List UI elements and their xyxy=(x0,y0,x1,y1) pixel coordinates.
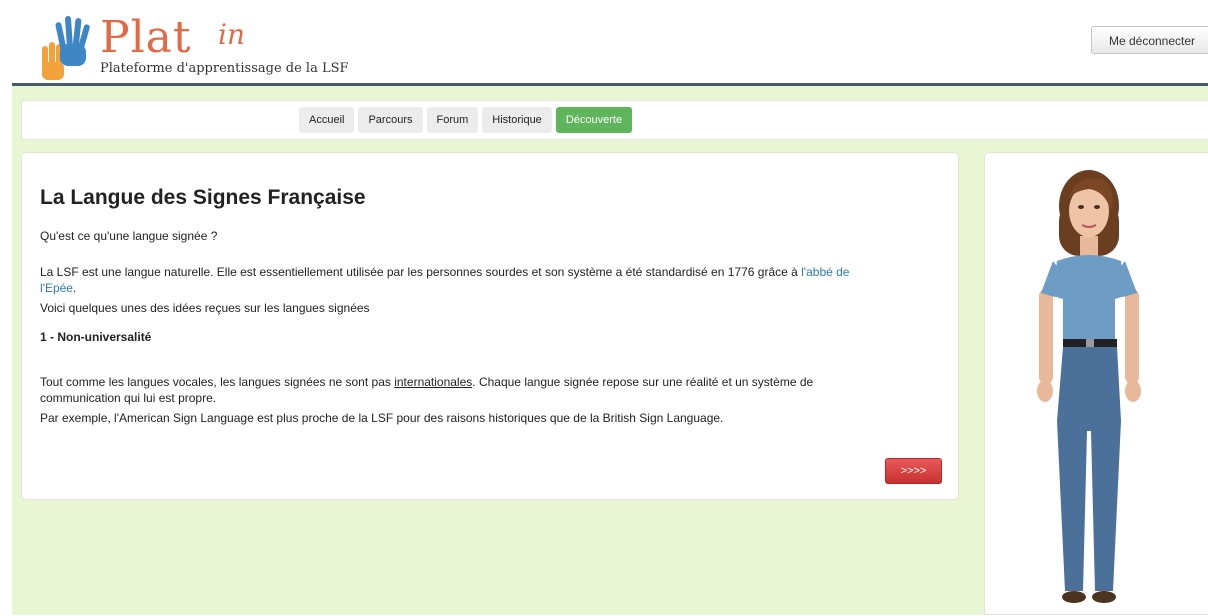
abbe-link-part2[interactable]: l'Epée xyxy=(40,281,73,295)
paragraph-universality-line2: communication qui lui est propre. xyxy=(40,391,217,405)
paragraph-intro: La LSF est une langue naturelle. Elle es… xyxy=(40,264,940,296)
nav-bar: Accueil Parcours Forum Historique Découv… xyxy=(21,100,1208,140)
paragraph-intro-end: . xyxy=(72,281,77,295)
nav-tabs: Accueil Parcours Forum Historique Découv… xyxy=(299,107,633,133)
paragraph-universality-post: . Chaque langue signée repose sur une ré… xyxy=(472,375,814,389)
logo-superscript: in xyxy=(218,18,245,51)
logo-title: Plat xyxy=(100,12,192,63)
tab-parcours[interactable]: Parcours xyxy=(358,107,423,133)
tab-accueil[interactable]: Accueil xyxy=(299,107,355,133)
header: Plat in Plateforme d'apprentissage de la… xyxy=(0,0,1208,86)
tab-historique[interactable]: Historique xyxy=(482,107,552,133)
paragraph-example: Par exemple, l'American Sign Language es… xyxy=(40,411,724,425)
tab-forum[interactable]: Forum xyxy=(426,107,479,133)
question-text: Qu'est ce qu'une langue signée ? xyxy=(40,229,218,243)
paragraph-ideas: Voici quelques unes des idées reçues sur… xyxy=(40,301,370,315)
logout-button[interactable]: Me déconnecter xyxy=(1091,26,1208,54)
signing-avatar xyxy=(1037,170,1141,603)
logo[interactable]: Plat in Plateforme d'apprentissage de la… xyxy=(38,12,378,82)
page-title: La Langue des Signes Française xyxy=(40,186,366,209)
abbe-link-part1[interactable]: l'abbé de xyxy=(801,265,849,279)
tab-decouverte[interactable]: Découverte xyxy=(555,107,633,133)
paragraph-intro-text: La LSF est une langue naturelle. Elle es… xyxy=(40,265,802,279)
paragraph-universality: Tout comme les langues vocales, les lang… xyxy=(40,374,940,406)
hands-logo-icon xyxy=(42,16,90,80)
paragraph-universality-pre: Tout comme les langues vocales, les lang… xyxy=(40,375,395,389)
logo-subtitle: Plateforme d'apprentissage de la LSF xyxy=(100,61,349,76)
section-heading: 1 - Non-universalité xyxy=(40,330,152,344)
avatar-panel xyxy=(984,152,1208,615)
internationales-link[interactable]: internationales xyxy=(394,375,472,389)
content-card: La Langue des Signes Française Qu'est ce… xyxy=(21,152,959,500)
next-button[interactable]: >>>> xyxy=(885,458,942,484)
